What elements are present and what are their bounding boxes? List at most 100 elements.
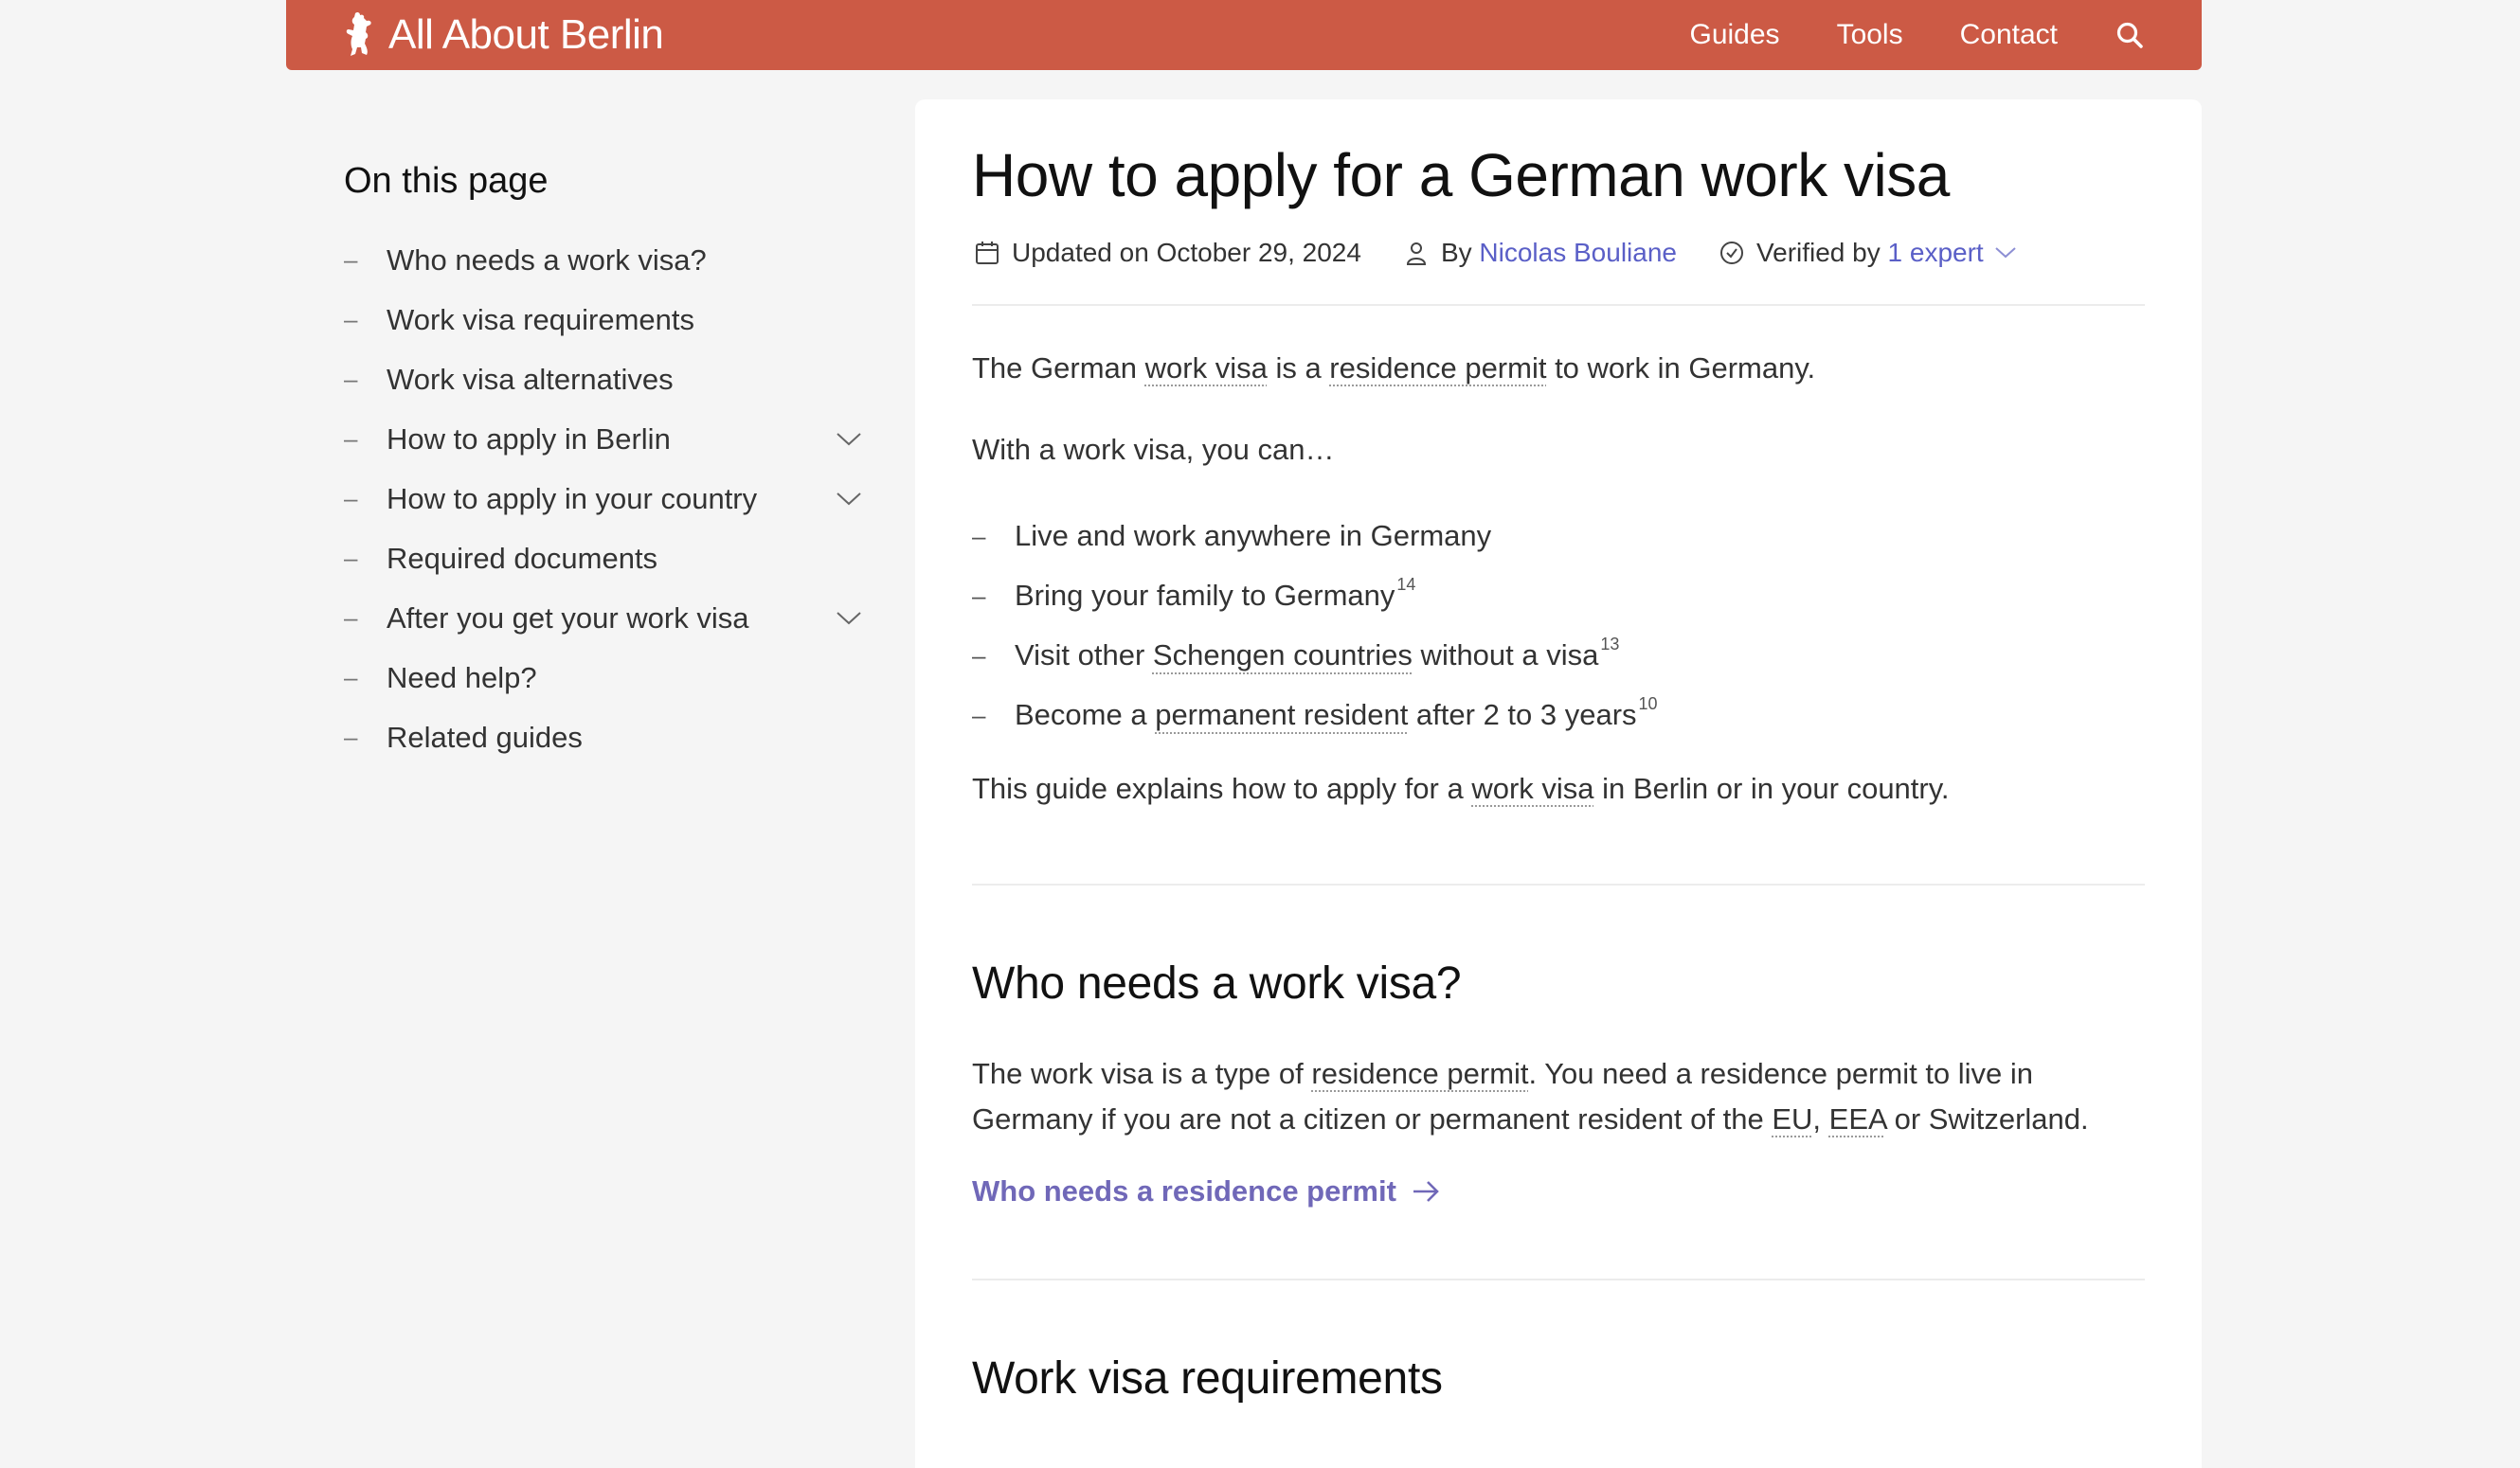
toc-item-documents[interactable]: – Required documents bbox=[344, 528, 863, 588]
verified-prefix: Verified by bbox=[1755, 237, 1881, 267]
text: The work visa is a type of bbox=[972, 1056, 1312, 1090]
text: in Berlin or in your country. bbox=[1593, 771, 1950, 805]
toc-item-label: How to apply in your country bbox=[387, 481, 758, 515]
toc-item-who-needs[interactable]: – Who needs a work visa? bbox=[344, 230, 863, 290]
intro-paragraph: The German work visa is a residence perm… bbox=[972, 346, 2145, 391]
nav-guides[interactable]: Guides bbox=[1690, 19, 1780, 51]
toc-item-apply-berlin[interactable]: – How to apply in Berlin bbox=[344, 409, 863, 469]
search-icon[interactable] bbox=[2115, 20, 2145, 50]
work-visa-link[interactable]: work visa bbox=[1471, 772, 1593, 805]
berlin-bear-icon bbox=[341, 10, 377, 60]
toc-item-label: Need help? bbox=[387, 660, 537, 694]
toc-item-apply-country[interactable]: – How to apply in your country bbox=[344, 469, 863, 528]
who-needs-residence-permit-link[interactable]: Who needs a residence permit bbox=[972, 1174, 1442, 1208]
work-visa-link[interactable]: work visa bbox=[1145, 351, 1268, 385]
schengen-link[interactable]: Schengen countries bbox=[1153, 638, 1413, 672]
brand-name: All About Berlin bbox=[388, 11, 664, 58]
eu-link[interactable]: EU bbox=[1772, 1102, 1812, 1136]
chevron-down-icon[interactable] bbox=[1993, 241, 2018, 265]
permanent-resident-link[interactable]: permanent resident bbox=[1155, 698, 1408, 732]
updated-date: Updated on October 29, 2024 bbox=[972, 238, 1361, 268]
dash: – bbox=[972, 521, 986, 550]
footnote-ref[interactable]: 13 bbox=[1600, 635, 1619, 654]
section-heading-requirements: Work visa requirements bbox=[972, 1352, 1443, 1404]
dash: – bbox=[972, 640, 986, 670]
toc-item-label: Required documents bbox=[387, 541, 658, 575]
benefits-list: – Live and work anywhere in Germany – Br… bbox=[972, 507, 2145, 745]
with-visa-paragraph: With a work visa, you can… bbox=[972, 432, 1335, 466]
article-meta: Updated on October 29, 2024 By Nicolas B… bbox=[972, 238, 2145, 268]
dash: – bbox=[344, 305, 358, 333]
divider bbox=[972, 1278, 2145, 1280]
text: to work in Germany. bbox=[1546, 350, 1816, 385]
chevron-down-icon[interactable] bbox=[835, 485, 863, 513]
chevron-down-icon[interactable] bbox=[835, 604, 863, 633]
by-prefix: By bbox=[1440, 237, 1472, 267]
site-logo[interactable]: All About Berlin bbox=[341, 10, 664, 60]
page-title: How to apply for a German work visa bbox=[972, 141, 1950, 209]
text: without a visa bbox=[1412, 638, 1599, 672]
eea-link[interactable]: EEA bbox=[1829, 1102, 1886, 1136]
dash: – bbox=[344, 245, 358, 274]
dash: – bbox=[972, 700, 986, 729]
text: or Switzerland. bbox=[1885, 1101, 2089, 1136]
dash: – bbox=[344, 424, 358, 453]
divider bbox=[972, 303, 2145, 306]
list-item: – Become a permanent resident after 2 to… bbox=[972, 686, 2145, 745]
text: Visit other bbox=[1015, 638, 1145, 672]
verified-check-icon bbox=[1717, 238, 1747, 268]
residence-permit-link[interactable]: residence permit bbox=[1329, 351, 1546, 385]
verified: Verified by 1 expert bbox=[1717, 238, 2018, 268]
footnote-ref[interactable]: 10 bbox=[1639, 694, 1658, 714]
dash: – bbox=[344, 603, 358, 632]
list-item: – Visit other Schengen countries without… bbox=[972, 626, 2145, 686]
toc-item-help[interactable]: – Need help? bbox=[344, 648, 863, 707]
toc-item-label: Work visa alternatives bbox=[387, 362, 674, 396]
nav-contact[interactable]: Contact bbox=[1960, 19, 2058, 51]
toc-item-label: After you get your work visa bbox=[387, 600, 749, 635]
nav-tools[interactable]: Tools bbox=[1837, 19, 1903, 51]
author-link[interactable]: Nicolas Bouliane bbox=[1479, 238, 1677, 268]
toc-title: On this page bbox=[344, 161, 549, 201]
updated-text: Updated on October 29, 2024 bbox=[1012, 237, 1361, 267]
residence-permit-link[interactable]: residence permit bbox=[1311, 1057, 1528, 1090]
text: is a bbox=[1267, 350, 1330, 385]
toc-list: – Who needs a work visa? – Work visa req… bbox=[344, 230, 863, 767]
toc-item-label: How to apply in Berlin bbox=[387, 421, 671, 456]
dash: – bbox=[344, 723, 358, 751]
author: By Nicolas Bouliane bbox=[1401, 238, 1677, 268]
toc-item-label: Who needs a work visa? bbox=[387, 242, 707, 277]
dash: – bbox=[972, 581, 986, 610]
dash: – bbox=[344, 484, 358, 512]
dash: – bbox=[344, 544, 358, 572]
arrow-right-icon bbox=[1410, 1175, 1442, 1208]
text: Live and work anywhere in Germany bbox=[1015, 519, 1492, 553]
expert-link[interactable]: 1 expert bbox=[1888, 238, 1984, 268]
divider bbox=[972, 883, 2145, 886]
text: This guide explains how to apply for a bbox=[972, 771, 1472, 805]
toc-item-after[interactable]: – After you get your work visa bbox=[344, 588, 863, 648]
toc-item-label: Related guides bbox=[387, 720, 583, 754]
toc-item-requirements[interactable]: – Work visa requirements bbox=[344, 290, 863, 349]
text: after 2 to 3 years bbox=[1408, 698, 1637, 732]
dash: – bbox=[344, 663, 358, 691]
text: The German bbox=[972, 350, 1145, 385]
toc-item-alternatives[interactable]: – Work visa alternatives bbox=[344, 349, 863, 409]
footnote-ref[interactable]: 14 bbox=[1396, 575, 1415, 595]
toc-item-label: Work visa requirements bbox=[387, 302, 695, 336]
article-card: How to apply for a German work visa Upda… bbox=[915, 99, 2202, 1468]
person-icon bbox=[1401, 238, 1431, 268]
calendar-icon bbox=[972, 238, 1002, 268]
who-needs-paragraph: The work visa is a type of residence per… bbox=[972, 1051, 2145, 1142]
text: , bbox=[1812, 1101, 1829, 1136]
dash: – bbox=[344, 365, 358, 393]
chevron-down-icon[interactable] bbox=[835, 425, 863, 454]
toc-item-related[interactable]: – Related guides bbox=[344, 707, 863, 767]
list-item: – Live and work anywhere in Germany bbox=[972, 507, 2145, 566]
text: Become a bbox=[1015, 698, 1147, 732]
section-heading-who-needs: Who needs a work visa? bbox=[972, 958, 1462, 1009]
table-of-contents: On this page – Who needs a work visa? – … bbox=[344, 161, 863, 767]
guide-paragraph: This guide explains how to apply for a w… bbox=[972, 766, 2145, 812]
text: Bring your family to Germany bbox=[1015, 579, 1395, 613]
list-item: – Bring your family to Germany 14 bbox=[972, 566, 2145, 626]
